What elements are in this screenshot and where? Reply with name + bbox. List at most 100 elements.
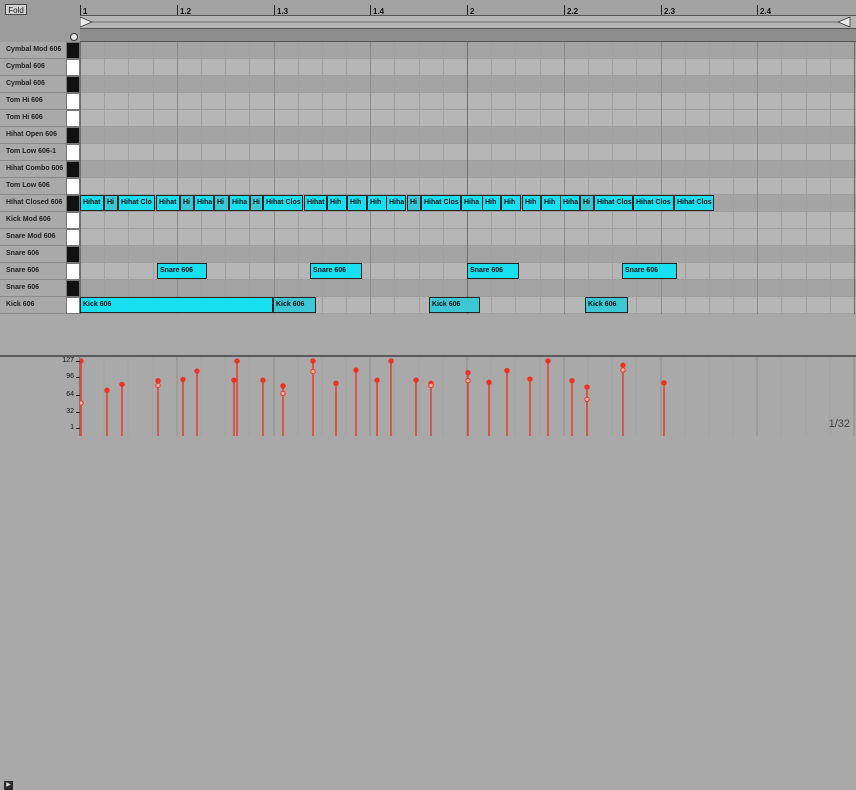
piano-key[interactable] <box>66 297 80 314</box>
grid-lane[interactable] <box>80 110 856 127</box>
velocity-handle[interactable] <box>280 390 286 397</box>
midi-note[interactable]: Hihat Clos <box>263 195 303 211</box>
grid-lane[interactable] <box>80 93 856 110</box>
velocity-handle[interactable] <box>545 358 551 364</box>
midi-note[interactable]: Hih <box>501 195 521 211</box>
key-label[interactable]: Hihat Open 606 <box>0 127 66 144</box>
midi-note[interactable]: Hihat <box>156 195 180 211</box>
midi-note[interactable]: Hi <box>104 195 118 211</box>
key-row[interactable]: Snare 606 <box>0 280 80 297</box>
midi-note[interactable]: Kick 606 <box>273 297 316 313</box>
grid-lane[interactable] <box>80 246 856 263</box>
piano-key[interactable] <box>66 76 80 93</box>
piano-key[interactable] <box>66 110 80 127</box>
grid-lane[interactable] <box>80 229 856 246</box>
velocity-handle[interactable] <box>80 358 84 364</box>
velocity-handle[interactable] <box>155 377 161 384</box>
grid-lane[interactable] <box>80 161 856 178</box>
grid-lane[interactable] <box>80 280 856 297</box>
key-label[interactable]: Hihat Combo 606 <box>0 161 66 178</box>
velocity-handle[interactable] <box>504 367 510 374</box>
grid-lane[interactable] <box>80 42 856 59</box>
key-label[interactable]: Hihat Closed 606 <box>0 195 66 212</box>
piano-key[interactable] <box>66 42 80 59</box>
midi-note[interactable]: Kick 606 <box>429 297 480 313</box>
grid-lane[interactable] <box>80 127 856 144</box>
key-row[interactable]: Cymbal 606 <box>0 59 80 76</box>
grid-lane[interactable] <box>80 59 856 76</box>
key-row[interactable]: Cymbal Mod 606 <box>0 42 80 59</box>
key-row[interactable]: Kick 606 <box>0 297 80 314</box>
grid-lane[interactable] <box>80 144 856 161</box>
grid-lane[interactable] <box>80 178 856 195</box>
fold-button[interactable]: Fold <box>5 4 27 15</box>
piano-key[interactable] <box>66 195 80 212</box>
velocity-handle[interactable] <box>374 377 380 383</box>
velocity-lane[interactable] <box>80 357 856 436</box>
key-row[interactable]: Tom Hi 606 <box>0 93 80 110</box>
grid-lane[interactable] <box>80 212 856 229</box>
key-label[interactable]: Tom Hi 606 <box>0 93 66 110</box>
piano-key[interactable] <box>66 93 80 110</box>
midi-note[interactable]: Hiha <box>560 195 580 211</box>
velocity-handle[interactable] <box>80 400 84 406</box>
midi-note[interactable]: Hih <box>347 195 367 211</box>
velocity-handle[interactable] <box>231 377 237 383</box>
velocity-handle[interactable] <box>310 358 316 364</box>
midi-note[interactable]: Hihat <box>80 195 104 211</box>
key-label[interactable]: Snare 606 <box>0 280 66 297</box>
key-row[interactable]: Snare 606 <box>0 246 80 263</box>
piano-key[interactable] <box>66 246 80 263</box>
velocity-handle[interactable] <box>180 376 186 383</box>
key-row[interactable]: Hihat Closed 606 <box>0 195 80 212</box>
velocity-handle[interactable] <box>194 368 200 374</box>
velocity-handle[interactable] <box>234 358 240 364</box>
key-row[interactable]: Tom Low 606 <box>0 178 80 195</box>
velocity-handle[interactable] <box>119 381 125 388</box>
piano-key[interactable] <box>66 161 80 178</box>
grid-lane[interactable] <box>80 76 856 93</box>
midi-note[interactable]: Snare 606 <box>467 263 519 279</box>
velocity-handle[interactable] <box>584 384 590 390</box>
midi-note[interactable]: Snare 606 <box>157 263 207 279</box>
midi-note[interactable]: Hihat Clos <box>421 195 461 211</box>
piano-key[interactable] <box>66 280 80 297</box>
midi-note[interactable]: Hi <box>214 195 229 211</box>
velocity-handle[interactable] <box>584 396 590 402</box>
piano-key[interactable] <box>66 59 80 76</box>
velocity-handle[interactable] <box>353 367 359 373</box>
key-row[interactable]: Hihat Combo 606 <box>0 161 80 178</box>
velocity-handle[interactable] <box>333 380 339 387</box>
midi-note[interactable]: Kick 606 <box>80 297 273 313</box>
key-row[interactable]: Cymbal 606 <box>0 76 80 93</box>
midi-note[interactable]: Hih <box>482 195 501 211</box>
midi-note[interactable]: Hihat Clos <box>633 195 674 211</box>
loop-brace[interactable] <box>80 15 856 29</box>
piano-key[interactable] <box>66 178 80 195</box>
velocity-handle[interactable] <box>661 380 667 386</box>
midi-note[interactable]: Hihat <box>304 195 327 211</box>
key-label[interactable]: Kick 606 <box>0 297 66 314</box>
midi-note[interactable]: Hihat Clos <box>674 195 714 211</box>
midi-note[interactable]: Snare 606 <box>622 263 677 279</box>
key-row[interactable]: Hihat Open 606 <box>0 127 80 144</box>
piano-key[interactable] <box>66 229 80 246</box>
piano-key[interactable] <box>66 263 80 280</box>
key-label[interactable]: Snare 606 <box>0 263 66 280</box>
key-label[interactable]: Cymbal 606 <box>0 59 66 76</box>
velocity-handle[interactable] <box>104 387 110 393</box>
midi-note[interactable]: Hihat Clo <box>118 195 155 211</box>
key-label[interactable]: Tom Hi 606 <box>0 110 66 127</box>
midi-note[interactable]: Hiha <box>386 195 406 211</box>
note-grid[interactable]: Hihat Hi Hihat Clo Hihat Hi Hiha Hi Hiha Hi Hihat… <box>80 42 856 314</box>
velocity-handle[interactable] <box>260 377 266 383</box>
piano-key[interactable] <box>66 144 80 161</box>
midi-note[interactable]: Snare 606 <box>310 263 362 279</box>
velocity-markers[interactable] <box>80 357 856 436</box>
velocity-handle[interactable] <box>428 382 434 389</box>
velocity-handle[interactable] <box>620 362 626 368</box>
key-label[interactable]: Kick Mod 606 <box>0 212 66 229</box>
preview-icon[interactable] <box>70 33 78 41</box>
midi-note[interactable]: Hih <box>327 195 347 211</box>
empty-grid-area[interactable] <box>80 314 856 356</box>
